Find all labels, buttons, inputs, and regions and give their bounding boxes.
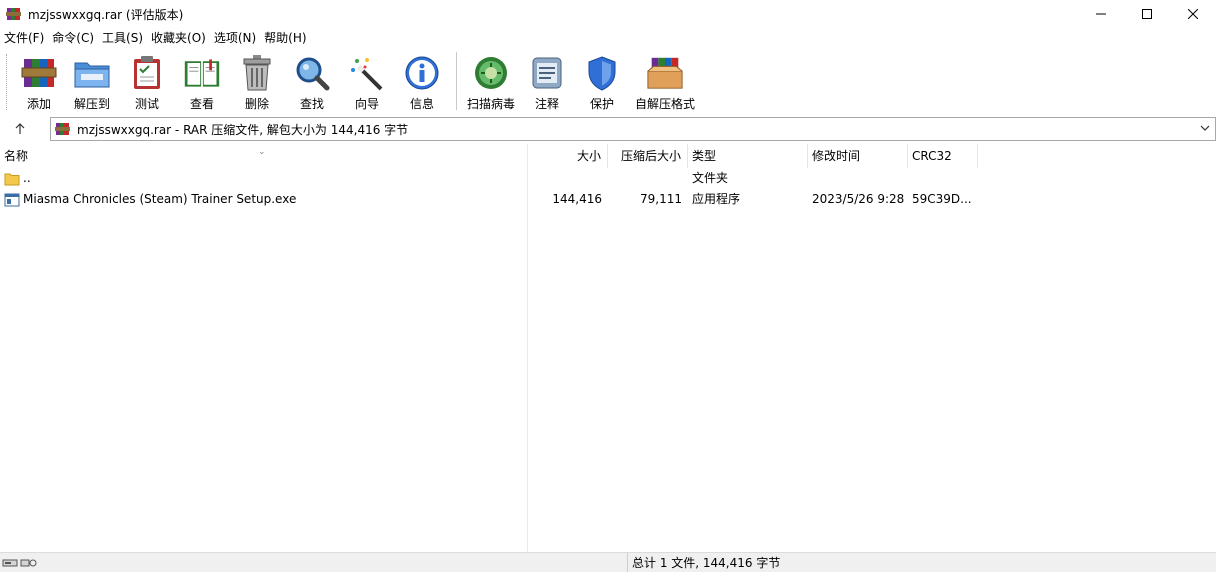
sfx-label: 自解压格式 (634, 97, 695, 111)
minimize-icon (1096, 13, 1106, 15)
maximize-icon (1142, 9, 1152, 19)
column-crc32[interactable]: CRC32 (908, 144, 978, 168)
folder-icon (4, 171, 20, 187)
file-name: Miasma Chronicles (Steam) Trainer Setup.… (23, 192, 297, 206)
drive-icon[interactable] (2, 557, 18, 569)
name-cell: Miasma Chronicles (Steam) Trainer Setup.… (0, 189, 528, 210)
folder-extract-icon (73, 54, 111, 92)
list-item[interactable]: .. 文件夹 (0, 168, 1216, 189)
close-icon (1188, 9, 1198, 19)
name-cell: .. (0, 168, 528, 189)
menu-favorites[interactable]: 收藏夹(O) (147, 28, 210, 48)
toolbar-separator (456, 52, 457, 110)
clipboard-test-icon (128, 54, 166, 92)
test-label: 测试 (134, 97, 159, 111)
close-button[interactable] (1170, 0, 1216, 28)
column-type[interactable]: 类型 (688, 144, 808, 168)
status-summary: 总计 1 文件, 144,416 字节 (632, 556, 781, 570)
virus-scan-label: 扫描病毒 (466, 97, 515, 111)
menu-file[interactable]: 文件(F) (0, 28, 48, 48)
add-button[interactable]: 添加 (14, 50, 64, 112)
rar-archive-icon (55, 121, 71, 137)
menu-options[interactable]: 选项(N) (210, 28, 260, 48)
shield-protect-icon (583, 54, 621, 92)
file-packed-size: 79,111 (640, 192, 682, 206)
view-label: 查看 (189, 97, 214, 111)
virus-scan-icon (472, 54, 510, 92)
virus-scan-button[interactable]: 扫描病毒 (463, 50, 519, 112)
file-size: 144,416 (552, 192, 602, 206)
wizard-label: 向导 (354, 97, 379, 111)
window-title: mzjsswxxgq.rar (评估版本) (28, 7, 184, 22)
file-type: 应用程序 (692, 192, 741, 206)
info-icon (403, 54, 441, 92)
sfx-button[interactable]: 自解压格式 (629, 50, 701, 112)
find-label: 查找 (299, 97, 324, 111)
title-bar: mzjsswxxgq.rar (评估版本) (0, 0, 1216, 28)
column-size[interactable]: 大小 (528, 144, 608, 168)
comment-button[interactable]: 注释 (519, 50, 575, 112)
menu-tools[interactable]: 工具(S) (98, 28, 147, 48)
column-name[interactable]: 名称 ⌄ (0, 144, 528, 168)
books-add-icon (20, 54, 58, 92)
add-label: 添加 (26, 97, 51, 111)
wizard-button[interactable]: 向导 (340, 50, 394, 112)
delete-button[interactable]: 删除 (230, 50, 284, 112)
file-packed-size (608, 168, 688, 189)
address-bar[interactable]: mzjsswxxgq.rar - RAR 压缩文件, 解包大小为 144,416… (50, 117, 1216, 141)
address-dropdown[interactable] (1199, 122, 1211, 137)
protect-label: 保护 (589, 97, 614, 111)
menu-help[interactable]: 帮助(H) (260, 28, 310, 48)
delete-label: 删除 (244, 97, 269, 111)
status-bar: 总计 1 文件, 144,416 字节 (0, 552, 1216, 572)
book-view-icon (183, 54, 221, 92)
info-label: 信息 (409, 97, 434, 111)
test-button[interactable]: 测试 (120, 50, 174, 112)
chevron-down-icon (1200, 125, 1210, 131)
column-modified[interactable]: 修改时间 (808, 144, 908, 168)
status-icons (0, 552, 628, 572)
file-modified: 2023/5/26 9:28 (812, 192, 905, 206)
extract-to-label: 解压到 (73, 97, 110, 111)
column-packed-size[interactable]: 压缩后大小 (608, 144, 688, 168)
comment-label: 注释 (534, 97, 559, 111)
extract-to-button[interactable]: 解压到 (64, 50, 120, 112)
toolbar-grip[interactable] (6, 54, 10, 110)
find-button[interactable]: 查找 (284, 50, 340, 112)
file-crc: 59C39D... (912, 192, 972, 206)
menu-bar: 文件(F) 命令(C) 工具(S) 收藏夹(O) 选项(N) 帮助(H) (0, 28, 1216, 48)
sfx-box-icon (646, 54, 684, 92)
protect-button[interactable]: 保护 (575, 50, 629, 112)
view-button[interactable]: 查看 (174, 50, 230, 112)
toolbar: 添加 解压到 测试 查看 删除 查找 向导 信息 扫描病毒 注释 保护 自解压格… (0, 50, 1216, 114)
comment-icon (528, 54, 566, 92)
key-lock-icon[interactable] (20, 557, 38, 569)
magnifier-find-icon (293, 54, 331, 92)
minimize-button[interactable] (1078, 0, 1124, 28)
winrar-app-icon[interactable] (6, 6, 22, 22)
arrow-up-icon (15, 123, 25, 134)
trash-delete-icon (238, 54, 276, 92)
sort-ascending-icon: ⌄ (258, 147, 266, 157)
address-row: mzjsswxxgq.rar - RAR 压缩文件, 解包大小为 144,416… (0, 116, 1216, 142)
column-name-label: 名称 (4, 149, 29, 163)
file-modified (808, 168, 908, 189)
address-text: mzjsswxxgq.rar - RAR 压缩文件, 解包大小为 144,416… (77, 122, 409, 137)
file-name: .. (23, 171, 31, 185)
file-size (528, 168, 608, 189)
up-level-button[interactable] (0, 116, 40, 142)
list-item[interactable]: Miasma Chronicles (Steam) Trainer Setup.… (0, 189, 1216, 210)
file-crc (908, 168, 978, 189)
maximize-button[interactable] (1124, 0, 1170, 28)
menu-commands[interactable]: 命令(C) (48, 28, 98, 48)
info-button[interactable]: 信息 (394, 50, 450, 112)
exe-file-icon (4, 192, 20, 208)
file-list-header: 名称 ⌄ 大小 压缩后大小 类型 修改时间 CRC32 (0, 144, 1216, 168)
file-list[interactable]: .. 文件夹 Miasma Chronicles (Steam) Trainer… (0, 168, 1216, 552)
wand-wizard-icon (348, 54, 386, 92)
file-type: 文件夹 (692, 171, 729, 185)
